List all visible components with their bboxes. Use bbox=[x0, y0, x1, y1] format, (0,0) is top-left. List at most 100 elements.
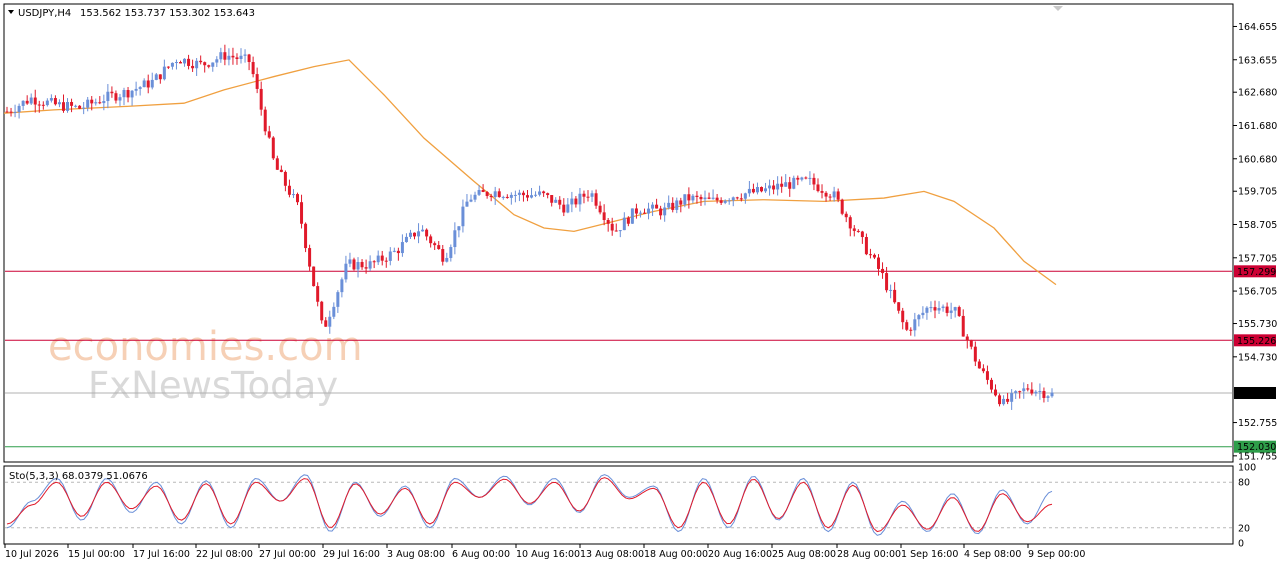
candle-body bbox=[275, 158, 279, 170]
candle-body bbox=[178, 62, 182, 64]
candle-body bbox=[25, 100, 29, 104]
level-price-tag-label: 155.226 bbox=[1237, 336, 1276, 347]
candle-body bbox=[291, 194, 295, 196]
candle-body bbox=[5, 111, 9, 113]
candle-body bbox=[138, 87, 142, 89]
candle-body bbox=[594, 193, 598, 206]
candle-body bbox=[380, 255, 384, 261]
candle-body bbox=[207, 65, 211, 67]
candle-body bbox=[1018, 391, 1022, 393]
candle-body bbox=[102, 101, 106, 104]
x-tick-label: 1 Sep 16:00 bbox=[901, 549, 958, 560]
candle-body bbox=[388, 251, 392, 261]
candle-body bbox=[57, 102, 61, 105]
candle-body bbox=[957, 307, 961, 316]
candle-body bbox=[360, 262, 364, 268]
candle-body bbox=[776, 183, 780, 190]
candle-body bbox=[578, 193, 582, 205]
candle-body bbox=[344, 263, 348, 280]
x-tick-label: 3 Aug 08:00 bbox=[387, 549, 445, 560]
candle-body bbox=[602, 212, 606, 220]
candle-body bbox=[469, 199, 473, 202]
candle-body bbox=[37, 104, 41, 106]
candle-body bbox=[98, 102, 102, 104]
candle-body bbox=[247, 54, 251, 63]
candle-body bbox=[695, 195, 699, 197]
x-tick-label: 13 Aug 08:00 bbox=[580, 549, 644, 560]
candle-body bbox=[70, 102, 74, 106]
candle-body bbox=[130, 90, 134, 98]
candle-body bbox=[223, 52, 227, 60]
candle-body bbox=[259, 88, 263, 110]
candle-body bbox=[941, 306, 945, 309]
candle-body bbox=[300, 202, 304, 224]
candle-body bbox=[364, 267, 368, 269]
candle-body bbox=[832, 191, 836, 198]
candle-body bbox=[94, 102, 98, 104]
candle-body bbox=[283, 171, 287, 186]
candle-body bbox=[489, 195, 493, 198]
candle-body bbox=[949, 310, 953, 313]
candle-body bbox=[659, 208, 663, 216]
candle-body bbox=[663, 207, 667, 216]
candle-body bbox=[316, 286, 320, 302]
candle-body bbox=[195, 60, 199, 69]
candle-body bbox=[715, 197, 719, 201]
candle-body bbox=[998, 395, 1002, 405]
candle-body bbox=[1006, 398, 1010, 402]
candle-body bbox=[687, 194, 691, 201]
candle-body bbox=[719, 200, 723, 203]
candle-body bbox=[501, 196, 505, 198]
candle-body bbox=[671, 202, 675, 210]
candle-body bbox=[433, 243, 437, 246]
candle-body bbox=[1034, 391, 1038, 394]
candle-body bbox=[901, 310, 905, 323]
candle-body bbox=[449, 247, 453, 258]
candle-body bbox=[66, 102, 70, 111]
candle-body bbox=[396, 250, 400, 254]
price-chart[interactable]: economies.com FxNewsToday 157.299155.226… bbox=[0, 0, 1280, 567]
candle-body bbox=[308, 248, 312, 267]
y-tick-label: 163.655 bbox=[1238, 55, 1277, 66]
candle-body bbox=[764, 188, 768, 192]
candle-body bbox=[634, 208, 638, 214]
candle-body bbox=[33, 97, 37, 105]
y-tick-label: 159.705 bbox=[1238, 187, 1277, 198]
candle-body bbox=[497, 191, 501, 198]
candle-body bbox=[905, 322, 909, 330]
candle-body bbox=[877, 257, 881, 269]
candle-body bbox=[404, 236, 408, 243]
candle-body bbox=[187, 58, 191, 66]
candle-body bbox=[772, 185, 776, 190]
candle-body bbox=[546, 193, 550, 196]
y-tick-label: 156.705 bbox=[1238, 287, 1277, 298]
candle-body bbox=[78, 105, 82, 109]
chart-window[interactable]: economies.com FxNewsToday 157.299 155.226… bbox=[0, 0, 1280, 567]
candle-body bbox=[618, 230, 622, 232]
candle-body bbox=[558, 199, 562, 205]
candle-body bbox=[667, 202, 671, 208]
candle-body bbox=[174, 62, 178, 64]
candle-body bbox=[53, 98, 57, 105]
candle-body bbox=[45, 100, 49, 106]
candle-body bbox=[74, 105, 78, 107]
candle-body bbox=[534, 194, 538, 196]
candle-body bbox=[768, 185, 772, 189]
candle-body bbox=[324, 320, 328, 327]
candle-body bbox=[755, 187, 759, 193]
candle-body bbox=[969, 340, 973, 347]
candle-body bbox=[542, 191, 546, 194]
candle-body bbox=[255, 74, 259, 89]
candle-body bbox=[985, 371, 989, 380]
candle-body bbox=[913, 319, 917, 331]
candle-body bbox=[118, 97, 122, 101]
candle-body bbox=[263, 109, 267, 132]
candle-body bbox=[146, 80, 150, 88]
candle-body bbox=[812, 177, 816, 185]
candle-body bbox=[477, 189, 481, 195]
x-tick-label: 22 Jul 08:00 bbox=[196, 549, 253, 560]
candle-body bbox=[150, 79, 154, 88]
candle-body bbox=[642, 212, 646, 214]
candle-body bbox=[219, 52, 223, 60]
candle-body bbox=[21, 100, 25, 106]
